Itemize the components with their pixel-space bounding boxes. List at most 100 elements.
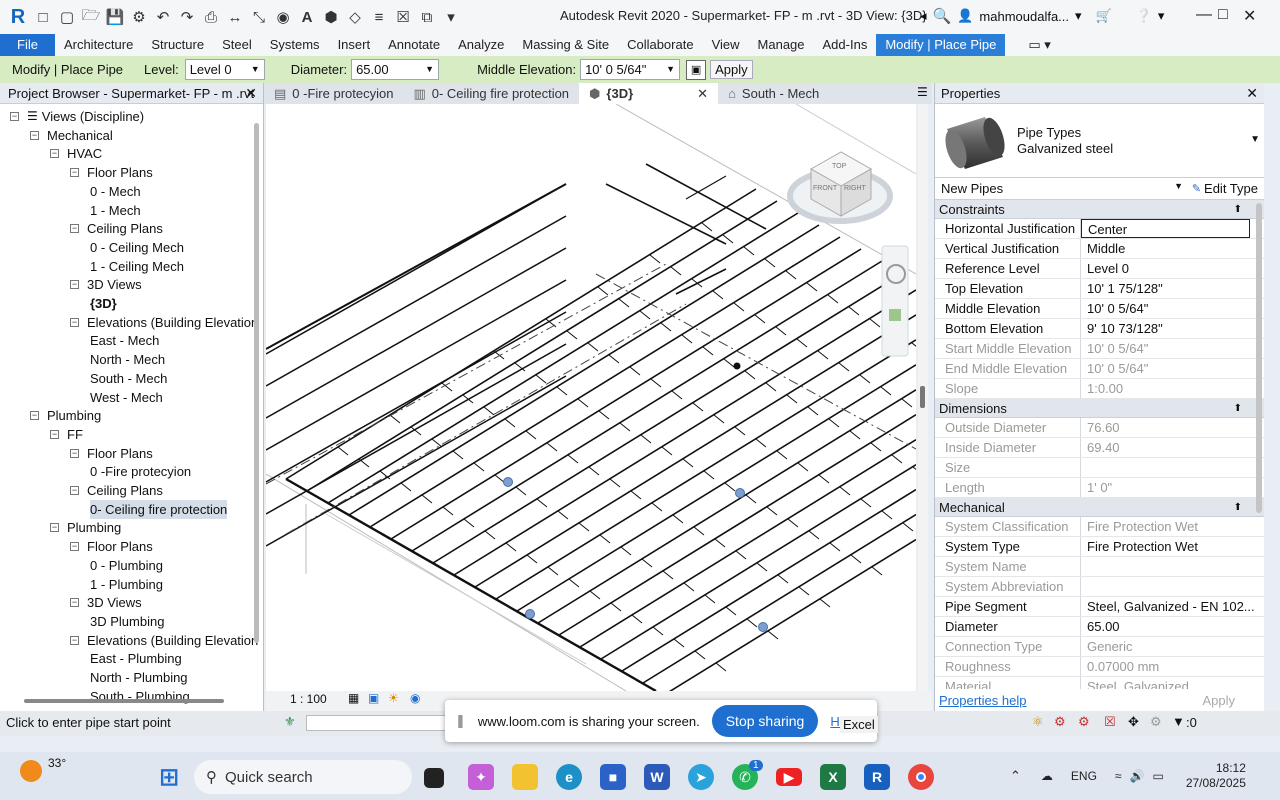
pipe-segment[interactable] — [504, 418, 516, 428]
select-by-face-icon[interactable]: ☒ — [1104, 714, 1116, 730]
pipe-segment[interactable] — [797, 462, 809, 472]
pipe-segment[interactable] — [712, 290, 724, 300]
pipe-segment[interactable] — [631, 614, 643, 624]
dimension-icon[interactable]: ⤡ — [248, 7, 270, 27]
pipe-segment[interactable] — [463, 518, 475, 528]
ribbon-tab-manage[interactable]: Manage — [749, 34, 814, 56]
pipe-segment[interactable] — [556, 386, 568, 396]
pipe-model-drawing[interactable]: TOP FRONT RIGHT — [266, 104, 916, 691]
pipe-segment[interactable] — [733, 302, 745, 312]
collapse-toggle-icon[interactable]: − — [70, 635, 79, 645]
collapse-toggle-icon[interactable]: − — [70, 168, 79, 178]
pipe-segment[interactable] — [266, 183, 567, 350]
section-icon[interactable]: ◇ — [344, 7, 366, 27]
collapse-toggle-icon[interactable]: − — [70, 280, 79, 290]
type-selector[interactable]: Pipe Types Galvanized steel ▼ — [935, 104, 1264, 178]
edge-icon[interactable]: e — [556, 764, 582, 790]
task-view-icon[interactable] — [424, 768, 444, 788]
text-icon[interactable]: A — [296, 7, 318, 27]
pipe-segment[interactable] — [880, 386, 892, 396]
property-value[interactable]: 10' 1 75/128" — [1081, 279, 1264, 298]
pipe-segment[interactable] — [266, 311, 567, 483]
pipe-segment[interactable] — [660, 322, 672, 332]
undo-icon[interactable]: ↶ — [152, 7, 174, 27]
pipe-segment[interactable] — [796, 338, 808, 348]
pipe-segment[interactable] — [431, 438, 443, 448]
pipe-segment[interactable] — [578, 522, 590, 532]
chrome-icon[interactable] — [908, 764, 934, 790]
pipe-segment[interactable] — [432, 272, 904, 564]
windows-start-icon[interactable]: ⊞ — [156, 764, 182, 791]
pipe-segment[interactable] — [266, 215, 567, 387]
pipe-segment[interactable] — [715, 662, 727, 672]
select-underlay-icon[interactable]: ⚙ — [1054, 714, 1066, 730]
ribbon-tab-steel[interactable]: Steel — [213, 34, 261, 56]
tree-item[interactable]: − Floor Plans — [70, 537, 153, 556]
filter-icon[interactable]: ▼ — [1172, 714, 1185, 729]
pipe-segment[interactable] — [764, 258, 776, 268]
diameter-select[interactable]: 65.00 ▼ — [351, 59, 440, 80]
pipe-segment[interactable] — [808, 530, 820, 540]
pipe-segment[interactable] — [389, 414, 401, 424]
ribbon-tab-analyze[interactable]: Analyze — [449, 34, 513, 56]
pipe-segment[interactable] — [744, 370, 756, 380]
minimize-icon[interactable]: — — [1196, 6, 1212, 24]
network-status-icon[interactable]: ☁ — [1041, 769, 1053, 783]
close-icon[interactable]: ✕ — [1246, 83, 1258, 104]
tree-item[interactable]: − Ceiling Plans — [70, 219, 163, 238]
pipe-segment[interactable] — [661, 446, 673, 456]
sync-icon[interactable]: ⚙ — [128, 7, 150, 27]
volume-icon[interactable]: 🔊 — [1130, 769, 1145, 783]
tree-item[interactable]: 1 - Ceiling Mech — [90, 257, 184, 276]
pipe-segment[interactable] — [495, 339, 916, 600]
connector-marker[interactable] — [735, 488, 745, 498]
pipe-segment[interactable] — [266, 375, 567, 547]
pipe-segment[interactable] — [724, 482, 736, 492]
sun-path-icon[interactable]: ☀ — [388, 691, 399, 705]
show-hidden-icons[interactable]: ⌃ — [1010, 768, 1021, 784]
pipe-segment[interactable] — [735, 550, 747, 560]
shadows-icon[interactable]: ◉ — [410, 691, 420, 705]
pipe-segment[interactable] — [662, 570, 674, 580]
ribbon-tab-massing-site[interactable]: Massing & Site — [513, 34, 618, 56]
select-pinned-icon[interactable]: ⚙ — [1078, 714, 1090, 730]
ribbon-tab-modify-place-pipe[interactable]: Modify | Place Pipe — [876, 34, 1006, 56]
pipe-segment[interactable] — [608, 354, 620, 364]
worksets-icon[interactable]: ⚜ — [284, 714, 296, 730]
pipe-segment[interactable] — [620, 546, 632, 556]
ribbon-tab-file[interactable]: File — [0, 34, 55, 56]
pipe-segment[interactable] — [547, 566, 559, 576]
ribbon-minimize-icon[interactable]: ▭ ▾ — [1019, 34, 1059, 56]
revit-icon[interactable]: R — [864, 764, 890, 790]
tree-item[interactable]: East - Mech — [90, 331, 159, 350]
pipe-segment[interactable] — [817, 350, 829, 360]
pipe-segment[interactable] — [442, 506, 454, 516]
select-links-icon[interactable]: ⚛ — [1032, 714, 1044, 730]
measure-icon[interactable]: ↔ — [224, 7, 246, 27]
collapse-toggle-icon[interactable]: − — [70, 224, 79, 234]
pipe-segment[interactable] — [734, 426, 746, 436]
pipe-segment[interactable] — [828, 418, 840, 428]
detail-level-icon[interactable]: ▦ — [348, 691, 359, 705]
pipe-segment[interactable] — [785, 270, 797, 280]
edit-type-button[interactable]: ✎ Edit Type — [1192, 181, 1258, 196]
pipe-segment[interactable] — [912, 466, 916, 475]
close-icon[interactable]: ✕ — [245, 83, 257, 104]
pipe-segment[interactable] — [775, 326, 787, 336]
pipe-segment[interactable] — [870, 442, 882, 452]
view-tab[interactable]: ▤ 0 -Fire protecyion — [264, 83, 403, 104]
pipe-segment[interactable] — [577, 398, 589, 408]
pipe-segment[interactable] — [765, 382, 777, 392]
telegram-icon[interactable]: ➤ — [688, 764, 714, 790]
workset-field[interactable] — [306, 715, 446, 731]
lock-elevation-icon[interactable]: ▣ — [686, 59, 707, 80]
pipe-segment[interactable] — [348, 224, 820, 516]
pipe-segment[interactable] — [787, 518, 799, 528]
help-icon[interactable]: ❔ — [1136, 8, 1152, 24]
view-tab[interactable]: ⌂ South - Mech — [718, 83, 829, 104]
tree-item[interactable]: − Plumbing — [30, 406, 101, 425]
tree-item[interactable]: {3D} — [90, 294, 117, 313]
ribbon-tab-architecture[interactable]: Architecture — [55, 34, 142, 56]
pipe-segment[interactable] — [599, 534, 611, 544]
collapse-toggle-icon[interactable]: − — [70, 486, 79, 495]
